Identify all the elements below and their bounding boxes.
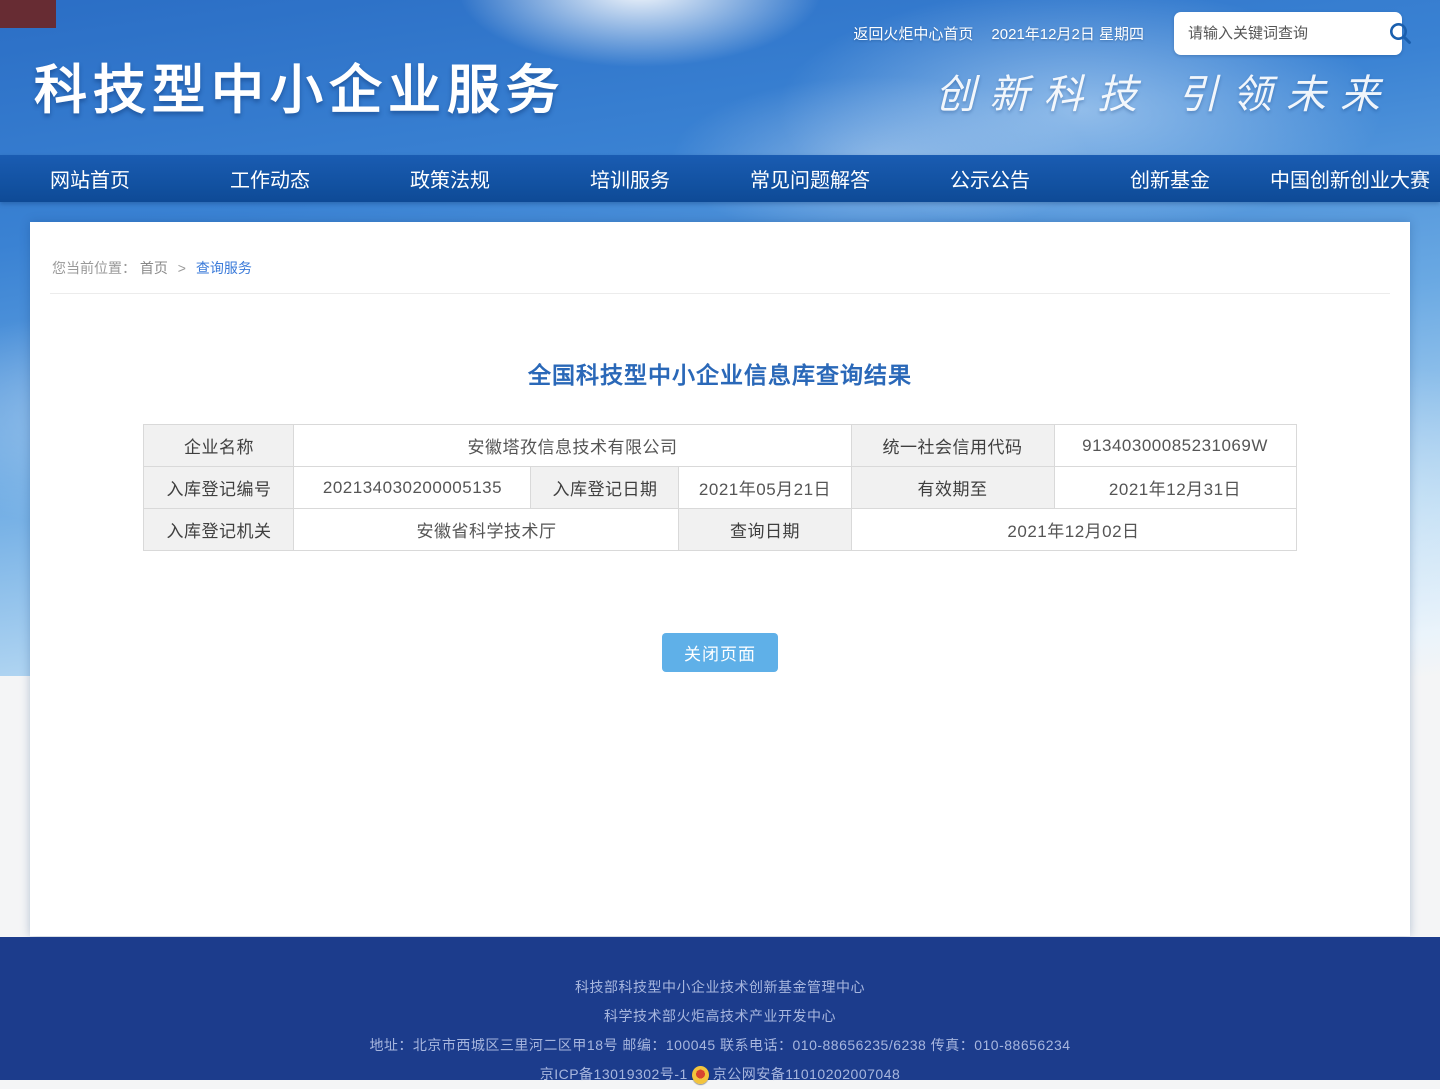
nav-item-faq[interactable]: 常见问题解答 <box>720 155 900 202</box>
nav-item-home[interactable]: 网站首页 <box>0 155 180 202</box>
breadcrumb-home-link[interactable]: 首页 <box>140 260 168 276</box>
nav-item-training[interactable]: 培训服务 <box>540 155 720 202</box>
query-result-table: 企业名称 安徽塔孜信息技术有限公司 统一社会信用代码 9134030008523… <box>143 424 1296 551</box>
label-query-date: 查询日期 <box>679 509 851 551</box>
label-registration-date: 入库登记日期 <box>531 467 679 509</box>
breadcrumb-prefix: 您当前位置： <box>52 260 136 276</box>
torch-home-link[interactable]: 返回火炬中心首页 <box>853 23 973 44</box>
nav-item-announcements[interactable]: 公示公告 <box>900 155 1080 202</box>
value-registration-date: 2021年05月21日 <box>679 467 851 509</box>
breadcrumb-current-link[interactable]: 查询服务 <box>196 260 252 276</box>
footer-fund-center: 科技部科技型中小企业技术创新基金管理中心 <box>0 973 1440 1002</box>
content-panel: 您当前位置： 首页 > 查询服务 全国科技型中小企业信息库查询结果 企业名称 安… <box>30 222 1410 936</box>
main-navigation: 网站首页 工作动态 政策法规 培训服务 常见问题解答 公示公告 创新基金 中国创… <box>0 155 1440 202</box>
footer: 科技部科技型中小企业技术创新基金管理中心 科学技术部火炬高技术产业开发中心 地址… <box>0 937 1440 1080</box>
value-valid-until: 2021年12月31日 <box>1054 467 1296 509</box>
label-registration-number: 入库登记编号 <box>144 467 294 509</box>
value-registration-authority: 安徽省科学技术厅 <box>294 509 679 551</box>
nav-item-innovation-fund[interactable]: 创新基金 <box>1080 155 1260 202</box>
value-credit-code: 91340300085231069W <box>1054 425 1296 467</box>
footer-icp-row: 京ICP备13019302号-1 京公网安备11010202007048 <box>0 1060 1440 1089</box>
value-query-date: 2021年12月02日 <box>851 509 1296 551</box>
label-company-name: 企业名称 <box>144 425 294 467</box>
breadcrumb-separator: > <box>178 260 186 276</box>
search-icon[interactable] <box>1387 20 1413 46</box>
table-row: 企业名称 安徽塔孜信息技术有限公司 统一社会信用代码 9134030008523… <box>144 425 1296 467</box>
site-logo-title[interactable]: 科技型中小企业服务 <box>34 48 565 124</box>
breadcrumb: 您当前位置： 首页 > 查询服务 <box>50 222 1390 294</box>
nav-item-work-news[interactable]: 工作动态 <box>180 155 360 202</box>
value-registration-number: 202134030200005135 <box>294 467 531 509</box>
label-valid-until: 有效期至 <box>851 467 1054 509</box>
table-row: 入库登记编号 202134030200005135 入库登记日期 2021年05… <box>144 467 1296 509</box>
label-registration-authority: 入库登记机关 <box>144 509 294 551</box>
search-input[interactable] <box>1188 25 1387 42</box>
current-date: 2021年12月2日 星期四 <box>991 23 1144 44</box>
search-box[interactable] <box>1174 12 1402 55</box>
value-company-name: 安徽塔孜信息技术有限公司 <box>294 425 851 467</box>
nav-item-innovation-competition[interactable]: 中国创新创业大赛 <box>1260 155 1440 202</box>
footer-torch-center: 科学技术部火炬高技术产业开发中心 <box>0 1002 1440 1031</box>
site-slogan: 创新科技 引领未来 <box>935 62 1394 120</box>
label-credit-code: 统一社会信用代码 <box>851 425 1054 467</box>
close-page-button[interactable]: 关闭页面 <box>662 633 778 672</box>
footer-contact-info: 地址：北京市西城区三里河二区甲18号 邮编：100045 联系电话：010-88… <box>0 1031 1440 1060</box>
police-record-link[interactable]: 京公网安备11010202007048 <box>713 1060 900 1089</box>
page: 返回火炬中心首页 2021年12月2日 星期四 科技型中小企业服务 创新科技 引… <box>0 0 1440 1080</box>
nav-item-policies[interactable]: 政策法规 <box>360 155 540 202</box>
icp-license-link[interactable]: 京ICP备13019302号-1 <box>540 1060 688 1089</box>
page-title: 全国科技型中小企业信息库查询结果 <box>30 356 1410 390</box>
table-row: 入库登记机关 安徽省科学技术厅 查询日期 2021年12月02日 <box>144 509 1296 551</box>
police-emblem-icon <box>692 1066 709 1084</box>
